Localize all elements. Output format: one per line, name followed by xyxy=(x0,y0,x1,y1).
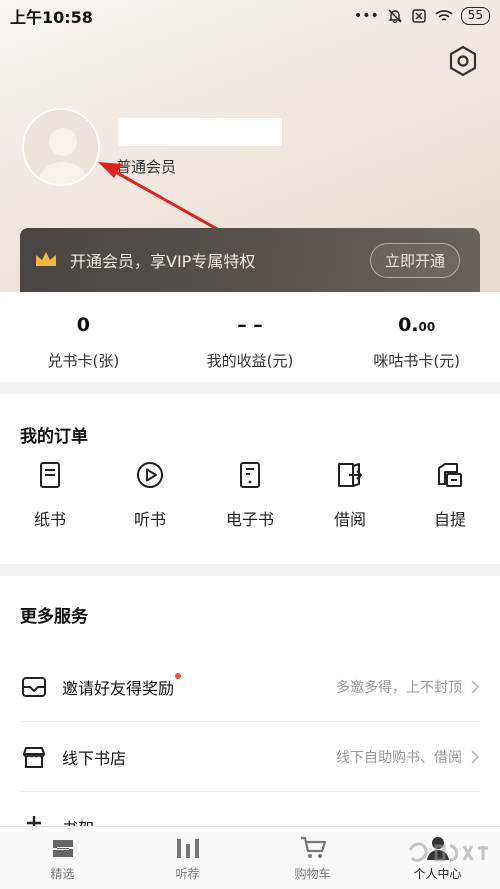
order-label: 纸书 xyxy=(33,510,66,529)
order-ebook[interactable]: 电子书 xyxy=(200,460,300,530)
my-orders-section: 我的订单 纸书 听书 电子书 借阅 自提 xyxy=(0,394,500,564)
stat-label: 我的收益(元) xyxy=(206,352,294,370)
services-title: 更多服务 xyxy=(20,607,88,627)
featured-icon xyxy=(52,840,73,857)
order-paper-book[interactable]: 纸书 xyxy=(0,460,100,530)
order-label: 听书 xyxy=(133,510,166,529)
stat-migu-card[interactable]: 0.00 咪咕书卡(元) xyxy=(333,292,500,382)
tab-listen[interactable]: 听荐 xyxy=(125,827,250,889)
play-circle-icon xyxy=(137,462,163,488)
avatar[interactable] xyxy=(22,108,100,186)
crown-icon xyxy=(36,252,56,266)
order-label: 自提 xyxy=(433,510,466,529)
username-redacted xyxy=(118,118,282,146)
status-icons: ••• 55 xyxy=(354,7,490,25)
service-desc: 线下自助购书、借阅 xyxy=(336,749,462,766)
orders-title: 我的订单 xyxy=(20,427,88,447)
stat-value: 0.00 xyxy=(398,314,435,340)
tab-cart[interactable]: 购物车 xyxy=(250,827,375,889)
cart-icon xyxy=(300,836,326,858)
notification-dot xyxy=(175,672,182,679)
stat-label: 兑书卡(张) xyxy=(47,352,120,370)
store-icon xyxy=(23,746,45,768)
tab-label: 听荐 xyxy=(175,867,200,881)
paper-book-icon xyxy=(40,462,60,488)
stat-label: 咪咕书卡(元) xyxy=(373,352,461,370)
ebook-icon xyxy=(240,462,260,488)
stat-value: 0 xyxy=(76,314,90,336)
tab-featured[interactable]: 精选 xyxy=(0,827,125,889)
vip-promo-text: 开通会员，享VIP专属特权 xyxy=(70,252,256,271)
status-time: 上午10:58 xyxy=(10,8,93,27)
vip-banner[interactable]: 开通会员，享VIP专属特权 立即开通 xyxy=(20,228,480,292)
member-level: 普通会员 xyxy=(116,158,177,176)
settings-hexagon-icon[interactable] xyxy=(446,44,480,78)
mail-icon xyxy=(22,676,46,697)
order-borrow[interactable]: 借阅 xyxy=(300,460,400,530)
stat-value-int: 0. xyxy=(398,314,419,336)
stat-book-card[interactable]: 0 兑书卡(张) xyxy=(0,292,167,382)
order-label: 借阅 xyxy=(333,510,366,529)
battery-indicator: 55 xyxy=(460,7,490,25)
no-sim-icon xyxy=(412,9,426,23)
wifi-icon xyxy=(435,10,453,21)
watermark-logo xyxy=(408,842,488,862)
more-dots-icon: ••• xyxy=(353,8,379,24)
status-bar: 上午10:58 ••• 55 xyxy=(0,0,500,32)
open-vip-button[interactable]: 立即开通 xyxy=(369,242,460,278)
borrow-book-icon xyxy=(338,463,363,487)
service-desc: 多邀多得，上不封顶 xyxy=(336,679,462,696)
audio-bars-icon xyxy=(176,839,199,858)
stat-earnings[interactable]: – – 我的收益(元) xyxy=(167,292,334,382)
pickup-icon xyxy=(438,463,462,487)
account-stats: 0 兑书卡(张) – – 我的收益(元) 0.00 咪咕书卡(元) xyxy=(0,292,500,382)
service-name: 线下书店 xyxy=(62,748,127,768)
order-items: 纸书 听书 电子书 借阅 自提 xyxy=(0,460,500,530)
order-label: 电子书 xyxy=(225,510,274,529)
mute-bell-icon xyxy=(388,9,402,24)
service-offline-store[interactable]: 线下书店 线下自助购书、借阅 xyxy=(20,722,480,792)
more-services-section: 更多服务 邀请好友得奖励 多邀多得，上不封顶 线下书店 线下自助购书、借阅 书架 xyxy=(0,576,500,862)
chevron-right-icon xyxy=(471,679,480,694)
order-audiobook[interactable]: 听书 xyxy=(100,460,200,530)
order-pickup[interactable]: 自提 xyxy=(400,460,500,530)
chevron-right-icon xyxy=(471,749,480,764)
stat-value: – – xyxy=(237,314,263,336)
tab-label: 精选 xyxy=(50,867,75,881)
service-invite-friends[interactable]: 邀请好友得奖励 多邀多得，上不封顶 xyxy=(20,652,480,722)
service-name: 邀请好友得奖励 xyxy=(62,672,182,699)
tab-label: 购物车 xyxy=(294,867,331,881)
stat-value-decimal: 00 xyxy=(418,320,436,334)
